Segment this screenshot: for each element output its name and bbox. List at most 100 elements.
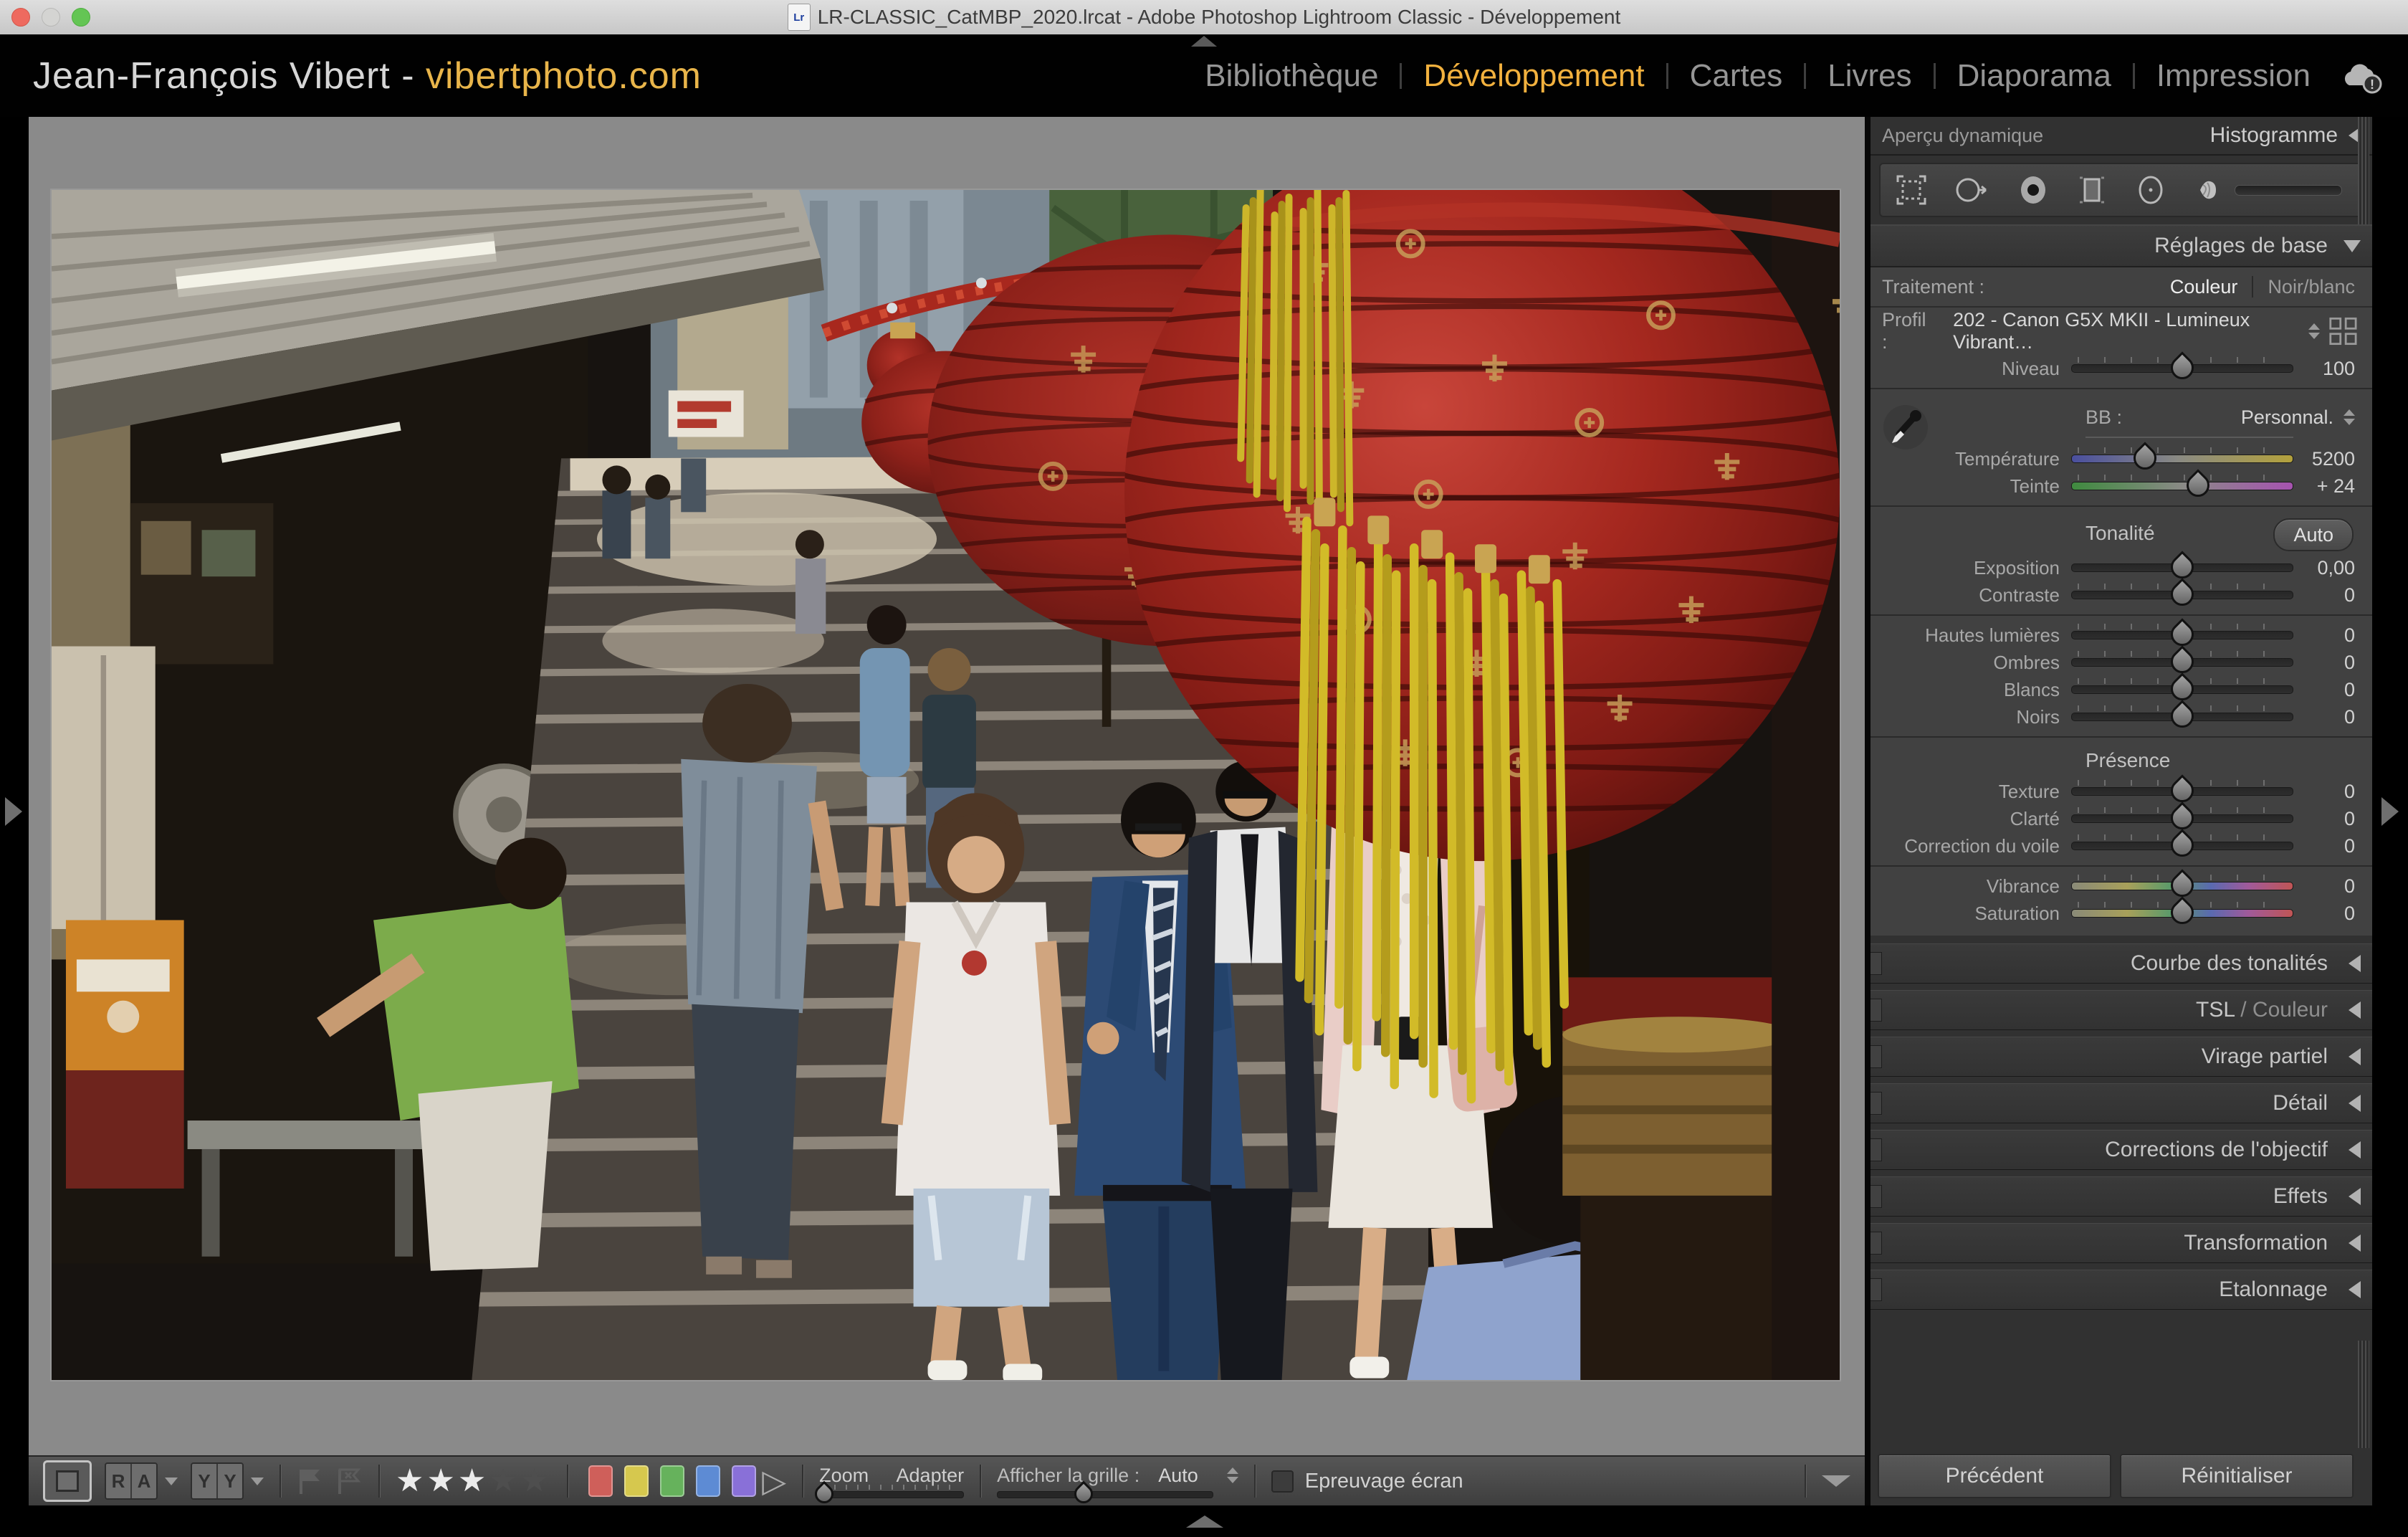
treatment-color-option[interactable]: Couleur bbox=[2170, 276, 2238, 298]
radial-filter-icon[interactable] bbox=[2134, 173, 2167, 206]
grid-updown-icon[interactable] bbox=[1227, 1467, 1238, 1483]
slider-value[interactable]: 0,00 bbox=[2293, 557, 2355, 579]
auto-tone-button[interactable]: Auto bbox=[2273, 518, 2354, 551]
color-label-chip[interactable] bbox=[660, 1465, 684, 1497]
grid-value[interactable]: Auto bbox=[1158, 1465, 1198, 1487]
module-tab-bibliothèque[interactable]: Bibliothèque bbox=[1200, 58, 1382, 94]
star-icon[interactable]: ★ bbox=[520, 1463, 551, 1498]
panel-scrollbar[interactable] bbox=[2358, 1341, 2369, 1448]
star-icon[interactable]: ★ bbox=[396, 1463, 426, 1498]
panel-header-courbe-des-tonalit-s[interactable]: Courbe des tonalités bbox=[1870, 943, 2372, 984]
crop-overlay-icon[interactable] bbox=[1895, 173, 1928, 206]
adjustment-brush-icon[interactable] bbox=[2193, 173, 2226, 206]
color-label-chip[interactable] bbox=[732, 1465, 756, 1497]
slider-value[interactable]: 0 bbox=[2293, 706, 2355, 728]
expand-arrow-icon[interactable] bbox=[2344, 240, 2361, 252]
soft-proof-checkbox[interactable] bbox=[1271, 1470, 1294, 1493]
panel-toggle-chip[interactable] bbox=[1870, 999, 1882, 1022]
collapse-right-panel-arrow[interactable] bbox=[2381, 797, 2399, 826]
slider-value[interactable]: 0 bbox=[2293, 679, 2355, 701]
cloud-sync-alert-icon[interactable]: ! bbox=[2339, 58, 2386, 94]
panel-header-etalonnage[interactable]: Etalonnage bbox=[1870, 1270, 2372, 1310]
slider-track[interactable] bbox=[2071, 685, 2293, 694]
slider-track[interactable] bbox=[2071, 842, 2293, 850]
slider-track[interactable] bbox=[2071, 882, 2293, 890]
histogram-header[interactable]: Aperçu dynamique Histogramme bbox=[1870, 117, 2372, 156]
red-eye-icon[interactable] bbox=[2017, 173, 2050, 206]
module-tab-impression[interactable]: Impression bbox=[2152, 58, 2315, 94]
slider-track[interactable] bbox=[2071, 591, 2293, 599]
split-dropdown-arrow-icon[interactable] bbox=[251, 1477, 264, 1485]
wb-updown-icon[interactable] bbox=[2344, 409, 2355, 425]
wb-value[interactable]: Personnal. bbox=[2241, 406, 2333, 429]
fit-label[interactable]: Adapter bbox=[897, 1465, 965, 1487]
wb-eyedropper-icon[interactable] bbox=[1882, 404, 1929, 451]
split-view-button[interactable]: Y Y bbox=[191, 1462, 244, 1500]
slider-track[interactable] bbox=[2071, 658, 2293, 667]
slider-value[interactable]: 0 bbox=[2293, 624, 2355, 647]
reject-flag-icon[interactable] bbox=[335, 1467, 363, 1495]
slider-value[interactable]: 0 bbox=[2293, 584, 2355, 606]
compare-dropdown-arrow-icon[interactable] bbox=[165, 1477, 178, 1485]
zoom-button[interactable] bbox=[72, 8, 90, 27]
slider-value[interactable]: 100 bbox=[2293, 358, 2355, 380]
color-label-chip[interactable] bbox=[624, 1465, 649, 1497]
slider-track[interactable] bbox=[2071, 713, 2293, 721]
slider-value[interactable]: 0 bbox=[2293, 652, 2355, 674]
minimize-button[interactable] bbox=[42, 8, 60, 27]
grid-slider[interactable] bbox=[997, 1491, 1213, 1498]
panel-scrollbar[interactable] bbox=[2358, 117, 2369, 224]
panel-toggle-chip[interactable] bbox=[1870, 1092, 1882, 1115]
basic-panel-header[interactable]: Réglages de base bbox=[1870, 224, 2372, 267]
panel-header-tsl[interactable]: TSL / Couleur bbox=[1870, 990, 2372, 1030]
profile-value[interactable]: 202 - Canon G5X MKII - Lumineux Vibrant… bbox=[1953, 309, 2308, 353]
loupe-view-button[interactable] bbox=[43, 1460, 92, 1502]
panel-header-corrections-de-l-objectif[interactable]: Corrections de l'objectif bbox=[1870, 1130, 2372, 1170]
module-tab-diaporama[interactable]: Diaporama bbox=[1953, 58, 2116, 94]
toolbar-options-arrow-icon[interactable] bbox=[1822, 1475, 1850, 1487]
panel-header-virage-partiel[interactable]: Virage partiel bbox=[1870, 1037, 2372, 1077]
show-top-panel-arrow[interactable] bbox=[1191, 36, 1217, 47]
pick-flag-icon[interactable] bbox=[297, 1467, 324, 1495]
color-label-chip[interactable] bbox=[588, 1465, 613, 1497]
zoom-slider[interactable] bbox=[819, 1491, 964, 1498]
panel-header-d-tail[interactable]: Détail bbox=[1870, 1083, 2372, 1123]
close-button[interactable] bbox=[11, 8, 30, 27]
star-icon[interactable]: ★ bbox=[458, 1463, 489, 1498]
slider-track[interactable] bbox=[2071, 787, 2293, 796]
panel-header-transformation[interactable]: Transformation bbox=[1870, 1223, 2372, 1263]
star-icon[interactable]: ★ bbox=[426, 1463, 457, 1498]
color-label-chip[interactable] bbox=[696, 1465, 720, 1497]
slider-track[interactable] bbox=[2071, 455, 2293, 463]
slider-track[interactable] bbox=[2071, 364, 2293, 373]
color-labels[interactable] bbox=[588, 1465, 756, 1497]
slider-value[interactable]: 0 bbox=[2293, 835, 2355, 857]
slider-value[interactable]: + 24 bbox=[2293, 475, 2355, 498]
panel-toggle-chip[interactable] bbox=[1870, 1138, 1882, 1161]
show-left-panel-arrow[interactable] bbox=[5, 797, 22, 826]
module-tab-livres[interactable]: Livres bbox=[1823, 58, 1916, 94]
slider-track[interactable] bbox=[2071, 814, 2293, 823]
module-tab-développement[interactable]: Développement bbox=[1419, 58, 1648, 94]
slider-value[interactable]: 0 bbox=[2293, 875, 2355, 898]
star-rating[interactable]: ★★★★★ bbox=[396, 1465, 551, 1497]
module-tab-cartes[interactable]: Cartes bbox=[1686, 58, 1787, 94]
panel-header-effets[interactable]: Effets bbox=[1870, 1176, 2372, 1217]
previous-button[interactable]: Précédent bbox=[1878, 1454, 2111, 1498]
play-icon[interactable]: ▷ bbox=[762, 1463, 786, 1500]
smart-preview-label[interactable]: Aperçu dynamique bbox=[1882, 125, 2043, 147]
profile-updown-icon[interactable] bbox=[2308, 323, 2320, 339]
treatment-bw-option[interactable]: Noir/blanc bbox=[2268, 276, 2355, 298]
slider-track[interactable] bbox=[2071, 482, 2293, 490]
before-after-view-button[interactable]: R A bbox=[105, 1462, 158, 1500]
photo[interactable] bbox=[52, 190, 1840, 1380]
graduated-filter-icon[interactable] bbox=[2075, 173, 2108, 206]
panel-toggle-chip[interactable] bbox=[1870, 952, 1882, 975]
slider-value[interactable]: 0 bbox=[2293, 808, 2355, 830]
slider-value[interactable]: 0 bbox=[2293, 781, 2355, 803]
profile-browser-icon[interactable] bbox=[2328, 315, 2358, 347]
panel-toggle-chip[interactable] bbox=[1870, 1185, 1882, 1208]
panel-toggle-chip[interactable] bbox=[1870, 1278, 1882, 1301]
panel-toggle-chip[interactable] bbox=[1870, 1045, 1882, 1068]
slider-track[interactable] bbox=[2071, 909, 2293, 918]
